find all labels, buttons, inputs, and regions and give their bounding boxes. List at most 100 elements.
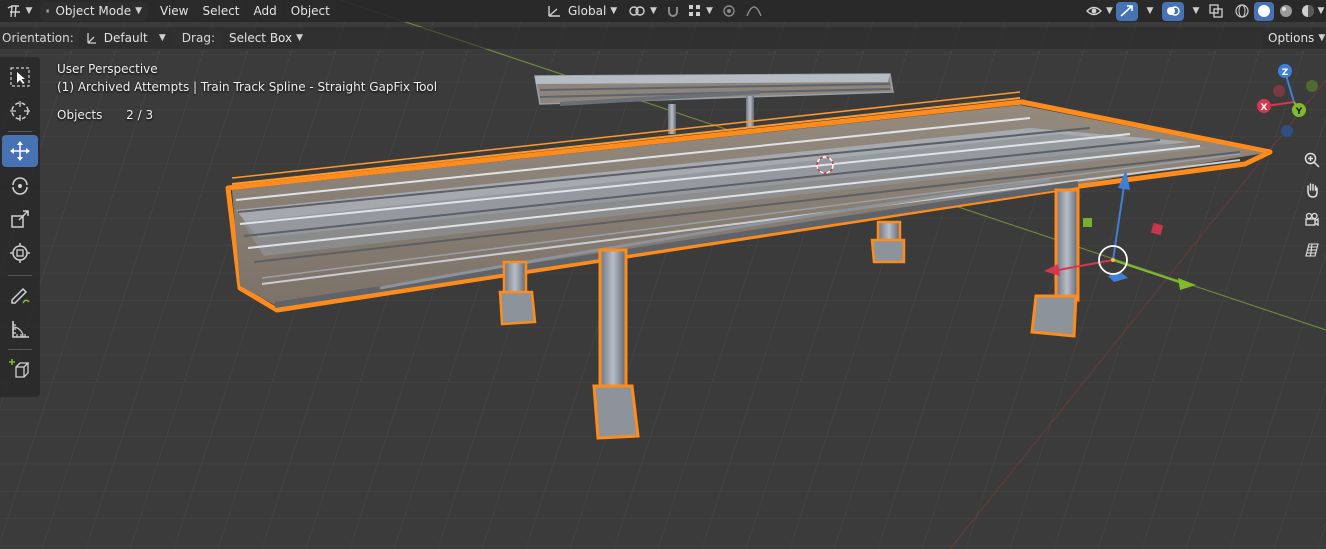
select-box-icon [10, 67, 30, 87]
mode-dropdown[interactable]: Object Mode ▼ [40, 1, 148, 21]
orientation-default-icon [87, 33, 96, 44]
objects-label: Objects [57, 108, 103, 122]
solid-shading-button[interactable] [1254, 1, 1274, 21]
gizmo-xz-plane[interactable] [1083, 218, 1092, 227]
overlays-toggle[interactable] [1162, 1, 1184, 21]
overlays-icon [1167, 6, 1180, 16]
camera-view-icon [1305, 212, 1319, 227]
tool-shelf [0, 57, 40, 397]
toolbar-separator [8, 275, 32, 276]
gizmo-z-label: Z [1282, 68, 1289, 78]
options-dropdown[interactable]: Options ▼ [1262, 28, 1326, 48]
scale-tool[interactable] [2, 203, 38, 235]
transform-orientation-dropdown[interactable]: Global ▼ [540, 2, 623, 21]
ortho-grid-icon [1305, 243, 1319, 257]
gizmo-neg-y-button[interactable] [1306, 80, 1318, 92]
add-cube-icon [9, 359, 30, 378]
toolbar-separator [8, 131, 32, 132]
proportional-edit-icon [723, 5, 735, 17]
overlays-dropdown[interactable]: ▼ [1184, 2, 1204, 21]
visibility-dropdown[interactable]: ▼ [1080, 2, 1119, 21]
gizmo-neg-x-button[interactable] [1273, 85, 1285, 97]
orientation-label: Orientation: [2, 31, 74, 45]
toolbar-separator [8, 349, 32, 350]
snap-grid-icon [689, 5, 700, 16]
chevron-down-icon: ▼ [1192, 6, 1200, 16]
snap-magnet-icon [668, 7, 678, 17]
rotate-icon [12, 177, 28, 195]
snap-target-dropdown[interactable]: ▼ [682, 2, 719, 21]
proportional-editing-toggle[interactable] [716, 2, 742, 21]
axis-navigation-gizmo[interactable]: Z X Y [1246, 60, 1326, 150]
orientation-dropdown[interactable]: Default ▼ [77, 28, 172, 48]
wireframe-shading-button[interactable] [1232, 2, 1252, 21]
viewport-info-overlay: User Perspective (1) Archived Attempts |… [57, 60, 437, 124]
gizmo-toggle[interactable] [1116, 1, 1138, 21]
header-menus: View Select Add Object [154, 1, 336, 21]
annotate-tool[interactable] [2, 279, 38, 311]
menu-select[interactable]: Select [196, 1, 246, 21]
solid-sphere-icon [1258, 5, 1270, 17]
scale-icon [11, 210, 29, 228]
drag-dropdown[interactable]: Select Box ▼ [222, 28, 304, 48]
chevron-down-icon: ▼ [610, 6, 618, 16]
falloff-curve-icon [746, 6, 762, 17]
chevron-down-icon: ▼ [1146, 6, 1154, 16]
chevron-down-icon: ▼ [296, 33, 304, 43]
material-preview-button[interactable] [1276, 2, 1296, 21]
cursor-icon [10, 101, 30, 121]
falloff-dropdown[interactable] [740, 2, 768, 21]
objects-stats-row: Objects 2 / 3 [57, 106, 437, 124]
chevron-down-icon: ▼ [135, 6, 142, 16]
xray-toggle[interactable] [1206, 2, 1226, 21]
chevron-down-icon: ▼ [1318, 33, 1326, 43]
move-tool[interactable] [2, 135, 38, 167]
camera-view-button[interactable] [1300, 208, 1324, 232]
transform-orientation-value: Global [568, 4, 607, 18]
gizmo-y-label: Y [1295, 107, 1303, 117]
menu-object[interactable]: Object [284, 1, 336, 21]
zoom-icon [1304, 152, 1320, 168]
3d-viewport-icon [7, 5, 20, 18]
zoom-button[interactable] [1300, 148, 1324, 172]
menu-add[interactable]: Add [247, 1, 283, 21]
pivot-point-dropdown[interactable]: ▼ [622, 2, 663, 21]
chevron-down-icon: ▼ [1317, 6, 1325, 16]
material-sphere-icon [1280, 5, 1292, 17]
drag-label: Drag: [181, 31, 215, 45]
chevron-down-icon: ▼ [25, 6, 33, 16]
eye-icon [1086, 6, 1102, 16]
blender-3d-viewport-window: ▼ Object Mode ▼ View Select Add Object G… [0, 0, 1326, 549]
select-box-tool[interactable] [2, 61, 38, 93]
orientation-value: Default [103, 31, 148, 45]
gizmo-dropdown[interactable]: ▼ [1138, 2, 1158, 21]
gizmo-neg-z-button[interactable] [1281, 125, 1293, 137]
shading-modes [1232, 1, 1318, 21]
view-name-text: User Perspective [57, 62, 158, 76]
editor-type-dropdown[interactable]: ▼ [4, 2, 34, 21]
transform-tool[interactable] [2, 237, 38, 269]
measure-ruler-icon [12, 321, 29, 338]
measure-tool[interactable] [2, 313, 38, 345]
menu-view[interactable]: View [154, 1, 195, 21]
options-label: Options [1268, 31, 1315, 45]
rotate-tool[interactable] [2, 169, 38, 201]
drag-value: Select Box [228, 31, 293, 45]
ortho-toggle-button[interactable] [1300, 238, 1324, 262]
pivot-point-icon [629, 6, 645, 16]
xray-icon [1209, 4, 1223, 18]
add-cube-tool[interactable] [2, 353, 38, 385]
transform-icon [10, 243, 30, 263]
pan-hand-icon [1307, 183, 1318, 198]
mode-label: Object Mode [55, 4, 132, 18]
orientation-axes-icon [548, 6, 560, 17]
collection-object-text: (1) Archived Attempts | Train Track Spli… [57, 80, 438, 94]
gizmo-arrow-icon [1120, 5, 1133, 17]
tool-settings-bar: Orientation: Default ▼ Drag: Select Box … [0, 27, 1326, 49]
pan-button[interactable] [1300, 178, 1324, 202]
cursor-tool[interactable] [2, 95, 38, 127]
viewport-header: ▼ Object Mode ▼ View Select Add Object G… [0, 0, 1326, 22]
shading-dropdown[interactable]: ▼ [1312, 2, 1326, 21]
move-arrows-icon [10, 141, 30, 161]
annotate-pencil-icon [11, 287, 30, 304]
